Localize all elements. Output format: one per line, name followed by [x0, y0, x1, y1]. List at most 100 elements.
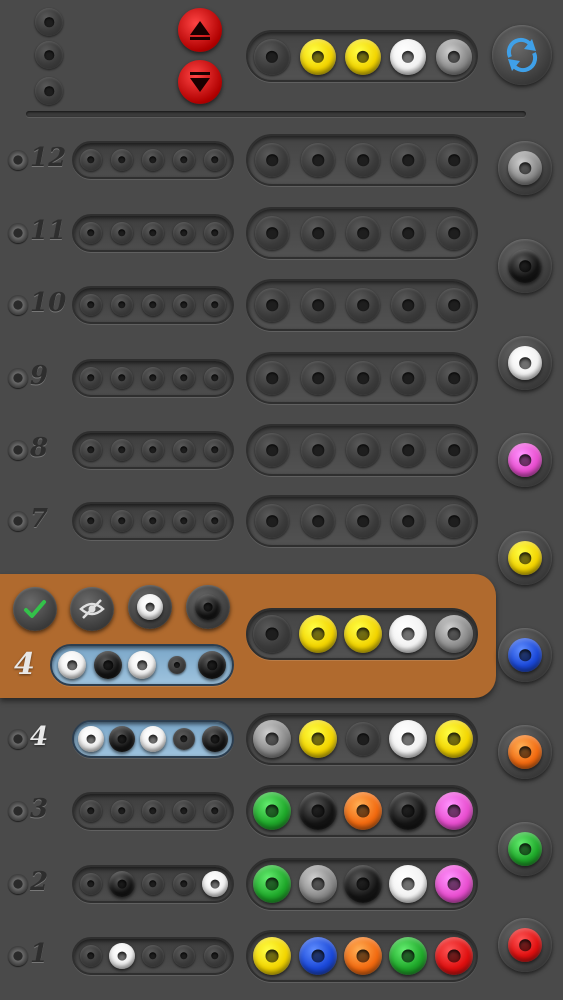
feedback-peg [80, 367, 102, 389]
guess-peg [389, 720, 427, 758]
feedback-peg [142, 222, 164, 244]
guess-peg [301, 288, 335, 322]
top-hole-3 [35, 77, 63, 105]
guess-peg [255, 361, 289, 395]
feedback-peg [80, 510, 102, 532]
check-button[interactable] [13, 587, 57, 631]
feedback-peg [204, 367, 226, 389]
active-guess-peg[interactable] [389, 615, 427, 653]
guess-peg [253, 937, 291, 975]
secret-peg [436, 39, 472, 75]
feedback-peg [204, 800, 226, 822]
row-label: 1 [30, 939, 49, 969]
feedback-peg [202, 726, 228, 752]
hide-button[interactable] [70, 587, 114, 631]
guess-peg [253, 865, 291, 903]
feedback-peg [173, 367, 195, 389]
active-feedback-peg[interactable] [94, 651, 122, 679]
active-guess-peg[interactable] [253, 615, 291, 653]
guess-peg [389, 865, 427, 903]
guess-peg [299, 720, 337, 758]
secret-peg [345, 39, 381, 75]
guess-peg [437, 361, 471, 395]
guess-peg [255, 143, 289, 177]
active-feedback-peg[interactable] [198, 651, 226, 679]
feedback-peg [80, 439, 102, 461]
feedback-peg [80, 149, 102, 171]
palette-orange-peg [508, 735, 542, 769]
feedback-peg [173, 945, 195, 967]
secret-peg [300, 39, 336, 75]
guess-peg [435, 865, 473, 903]
feedback-peg [111, 294, 133, 316]
guess-peg [391, 504, 425, 538]
guess-peg [301, 216, 335, 250]
row-label: 9 [30, 361, 49, 391]
palette-yellow-peg [508, 541, 542, 575]
feedback-peg [142, 439, 164, 461]
feedback-peg [204, 510, 226, 532]
refresh-icon [506, 37, 538, 73]
feedback-peg [173, 149, 195, 171]
row-label: 12 [30, 143, 67, 173]
feedback-peg [173, 294, 195, 316]
feedback-peg [109, 726, 135, 752]
guess-peg [435, 720, 473, 758]
guess-peg [299, 937, 337, 975]
row-marker [8, 368, 28, 388]
secret-peg [390, 39, 426, 75]
feedback-peg [80, 222, 102, 244]
row-marker [8, 223, 28, 243]
row-marker [8, 801, 28, 821]
guess-peg [437, 433, 471, 467]
guess-peg [346, 361, 380, 395]
guess-peg [301, 361, 335, 395]
guess-peg [253, 720, 291, 758]
feedback-peg [111, 800, 133, 822]
white-tool-peg [137, 594, 163, 620]
active-feedback-peg[interactable] [168, 656, 186, 674]
guess-peg [255, 216, 289, 250]
feedback-peg [173, 222, 195, 244]
feedback-peg [173, 728, 195, 750]
guess-peg [301, 143, 335, 177]
active-guess-peg[interactable] [344, 615, 382, 653]
feedback-peg [142, 945, 164, 967]
palette-red-peg [508, 928, 542, 962]
restart-button[interactable] [492, 25, 552, 85]
feedback-peg [80, 945, 102, 967]
scroll-down-button[interactable] [178, 60, 222, 104]
feedback-peg [204, 439, 226, 461]
triangle-down-icon [190, 72, 210, 92]
guess-peg [435, 792, 473, 830]
active-guess-peg[interactable] [435, 615, 473, 653]
feedback-peg [142, 367, 164, 389]
guess-peg [391, 143, 425, 177]
guess-peg [389, 937, 427, 975]
feedback-peg [78, 726, 104, 752]
feedback-peg [204, 294, 226, 316]
feedback-peg [80, 294, 102, 316]
guess-peg [437, 288, 471, 322]
guess-peg [346, 433, 380, 467]
active-row-label: 4 [14, 647, 35, 682]
feedback-peg [173, 510, 195, 532]
guess-peg [344, 792, 382, 830]
row-label: 8 [30, 433, 49, 463]
active-guess-peg[interactable] [299, 615, 337, 653]
feedback-peg [204, 222, 226, 244]
feedback-peg [111, 439, 133, 461]
check-icon [24, 600, 46, 618]
row-label: 11 [30, 216, 67, 246]
guess-peg [255, 433, 289, 467]
feedback-peg [204, 945, 226, 967]
active-feedback-peg[interactable] [128, 651, 156, 679]
guess-peg [389, 792, 427, 830]
active-feedback-peg[interactable] [58, 651, 86, 679]
guess-peg [299, 792, 337, 830]
header-divider [26, 111, 526, 117]
palette-black-peg [508, 249, 542, 283]
row-label: 3 [30, 794, 49, 824]
scroll-up-button[interactable] [178, 8, 222, 52]
palette-green-peg [508, 832, 542, 866]
